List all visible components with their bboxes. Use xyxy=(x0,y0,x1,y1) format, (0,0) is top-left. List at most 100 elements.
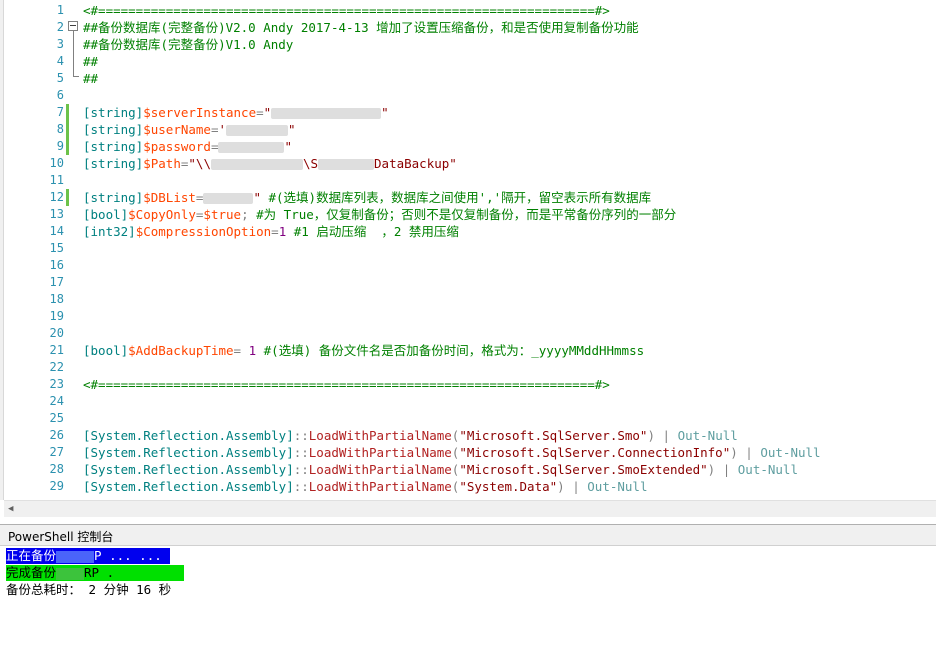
line-number: 4 xyxy=(56,54,64,68)
token-op: :: xyxy=(293,428,309,443)
code-line[interactable]: 3 ##备份数据库(完整备份)V1.0 Andy xyxy=(0,36,936,53)
console-line-progress: 正在备份 P ... ... xyxy=(6,548,170,564)
code-line[interactable]: 12 [string]$DBList= " #(选填)数据库列表，数据库之间使用',… xyxy=(0,189,936,206)
code-line[interactable]: 2 ##备份数据库(完整备份)V2.0 Andy 2017-4-13 增加了设置压… xyxy=(0,19,936,36)
token-str: "\\ xyxy=(188,156,211,171)
token-str: " xyxy=(284,139,293,154)
code-text[interactable]: [System.Reflection.Assembly]::LoadWithPa… xyxy=(83,444,821,461)
code-line[interactable]: 7 [string]$serverInstance=" " xyxy=(0,104,936,121)
code-line[interactable]: 26 [System.Reflection.Assembly]::LoadWith… xyxy=(0,427,936,444)
code-text[interactable]: <#======================================… xyxy=(83,2,610,19)
code-line[interactable]: 19 xyxy=(0,308,936,325)
redacted-text xyxy=(203,193,254,204)
line-number: 10 xyxy=(49,156,64,170)
code-line[interactable]: 8 [string]$userName=' " xyxy=(0,121,936,138)
redacted-text xyxy=(226,125,289,136)
code-line[interactable]: 23 <#====================================… xyxy=(0,376,936,393)
redacted-text xyxy=(318,159,375,170)
code-text[interactable]: [System.Reflection.Assembly]::LoadWithPa… xyxy=(83,427,738,444)
line-number: 20 xyxy=(49,326,64,340)
code-text[interactable]: [bool]$CopyOnly=$true; #为 True，仅复制备份；否则不… xyxy=(83,206,676,223)
code-line[interactable]: 29 [System.Reflection.Assembly]::LoadWith… xyxy=(0,478,936,495)
redacted-text xyxy=(218,142,285,153)
token-str: " xyxy=(263,105,272,120)
console-line-done-prefix: 完成备份 xyxy=(6,565,57,580)
code-line[interactable]: 25 xyxy=(0,410,936,427)
console-output[interactable]: 正在备份 P ... ... 完成备份 RP . 备份总耗时： 2 分钟 16 秒 xyxy=(0,547,936,655)
code-line[interactable]: 24 xyxy=(0,393,936,410)
code-line[interactable]: 20 xyxy=(0,325,936,342)
code-line[interactable]: 27 [System.Reflection.Assembly]::LoadWith… xyxy=(0,444,936,461)
code-text[interactable]: ##备份数据库(完整备份)V1.0 Andy xyxy=(83,36,293,53)
token-op: = xyxy=(233,343,249,358)
line-number: 22 xyxy=(49,360,64,374)
line-number: 24 xyxy=(49,394,64,408)
code-line[interactable]: 11 xyxy=(0,172,936,189)
code-line[interactable]: 6 xyxy=(0,87,936,104)
code-line[interactable]: 16 xyxy=(0,257,936,274)
code-line[interactable]: 5 ## xyxy=(0,70,936,87)
code-line[interactable]: 28 [System.Reflection.Assembly]::LoadWith… xyxy=(0,461,936,478)
code-line[interactable]: 4 ## xyxy=(0,53,936,70)
console-header: PowerShell 控制台 xyxy=(0,524,936,546)
line-number: 13 xyxy=(49,207,64,221)
code-line[interactable]: 13 [bool]$CopyOnly=$true; #为 True，仅复制备份；否… xyxy=(0,206,936,223)
code-text[interactable]: [System.Reflection.Assembly]::LoadWithPa… xyxy=(83,461,798,478)
code-line[interactable]: 15 xyxy=(0,240,936,257)
code-text[interactable]: [string]$Path="\\ \S DataBackup" xyxy=(83,155,457,172)
token-op: ) | xyxy=(730,445,761,460)
code-text[interactable]: [string]$password= " xyxy=(83,138,292,155)
token-cmt: #(选填) 备份文件名是否加备份时间，格式为：_yyyyMMddHHmmss xyxy=(263,343,645,358)
line-number: 25 xyxy=(49,411,64,425)
code-text[interactable]: [string]$userName=' " xyxy=(83,121,296,138)
token-typ: [string] xyxy=(83,139,144,154)
code-line[interactable]: 18 xyxy=(0,291,936,308)
line-number: 29 xyxy=(49,479,64,493)
code-line[interactable]: 10 [string]$Path="\\ \S DataBackup" xyxy=(0,155,936,172)
code-text[interactable]: [System.Reflection.Assembly]::LoadWithPa… xyxy=(83,478,647,495)
token-cmt: #为 True，仅复制备份；否则不是仅复制备份，而是平常备份序列的一部分 xyxy=(256,207,677,222)
token-op: = xyxy=(256,105,264,120)
code-text[interactable]: ## xyxy=(83,53,98,70)
code-text[interactable]: <#======================================… xyxy=(83,376,610,393)
code-line[interactable]: 22 xyxy=(0,359,936,376)
code-text[interactable]: [string]$serverInstance=" " xyxy=(83,104,389,121)
redacted-text xyxy=(56,567,85,580)
token-cmt: ## xyxy=(83,54,99,69)
script-editor[interactable]: 1 <#=====================================… xyxy=(0,0,936,500)
code-line[interactable]: 14 [int32]$CompressionOption=1 #1 启动压缩 ，2… xyxy=(0,223,936,240)
code-text[interactable]: ## xyxy=(83,70,98,87)
code-text[interactable]: [string]$DBList= " #(选填)数据库列表，数据库之间使用','隔… xyxy=(83,189,651,206)
token-cmt: #1 启动压缩 ，2 禁用压缩 xyxy=(293,224,459,239)
token-op: :: xyxy=(293,479,309,494)
token-var: $CopyOnly xyxy=(128,207,196,222)
token-op: ; xyxy=(241,207,257,222)
token-cmd: Out-Null xyxy=(760,445,821,460)
code-text[interactable]: ##备份数据库(完整备份)V2.0 Andy 2017-4-13 增加了设置压缩… xyxy=(83,19,639,36)
code-line[interactable]: 9 [string]$password= " xyxy=(0,138,936,155)
code-text[interactable]: [bool]$AddBackupTime= 1 #(选填) 备份文件名是否加备份… xyxy=(83,342,644,359)
change-marker xyxy=(66,189,69,206)
token-typ: [bool] xyxy=(83,343,129,358)
token-cmd: Out-Null xyxy=(677,428,738,443)
token-typ: [string] xyxy=(83,156,144,171)
code-line[interactable]: 1 <#=====================================… xyxy=(0,2,936,19)
code-line[interactable]: 21 [bool]$AddBackupTime= 1 #(选填) 备份文件名是否加… xyxy=(0,342,936,359)
token-typ: [string] xyxy=(83,122,144,137)
scroll-left-arrow-icon[interactable]: ◀ xyxy=(8,504,13,514)
token-cmt: <#======================================… xyxy=(83,3,610,18)
token-typ: [System.Reflection.Assembly] xyxy=(83,445,294,460)
line-number: 14 xyxy=(49,224,64,238)
token-str: \S xyxy=(302,156,319,171)
line-number: 1 xyxy=(56,3,64,17)
token-cmt: #(选填)数据库列表，数据库之间使用','隔开，留空表示所有数据库 xyxy=(268,190,652,205)
line-number: 26 xyxy=(49,428,64,442)
token-typ: [System.Reflection.Assembly] xyxy=(83,428,294,443)
horizontal-scrollbar[interactable]: ◀ xyxy=(4,500,936,517)
code-line[interactable]: 17 xyxy=(0,274,936,291)
token-met: LoadWithPartialName xyxy=(308,462,452,477)
line-number: 6 xyxy=(56,88,64,102)
console-line-elapsed: 备份总耗时： 2 分钟 16 秒 xyxy=(6,582,172,597)
code-text[interactable]: [int32]$CompressionOption=1 #1 启动压缩 ，2 禁… xyxy=(83,223,459,240)
token-cmt: <#======================================… xyxy=(83,377,610,392)
